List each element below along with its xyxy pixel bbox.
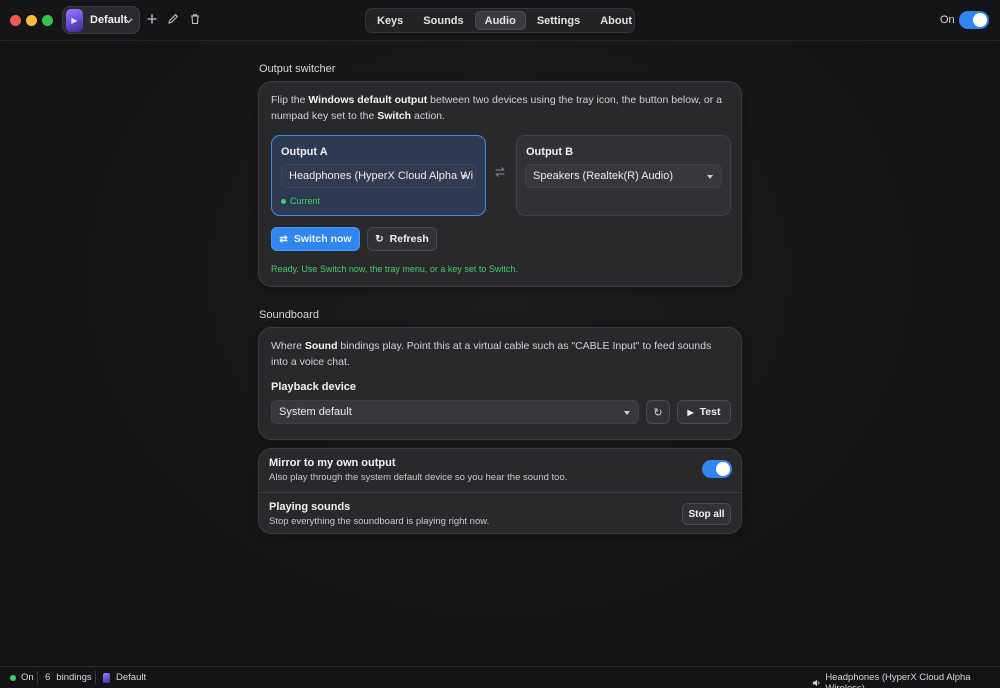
close-window-button[interactable] <box>10 15 21 26</box>
mirror-title: Mirror to my own output <box>269 457 396 469</box>
tab-about[interactable]: About <box>591 11 641 30</box>
playback-device-label: Playback device <box>271 381 357 393</box>
divider <box>37 671 38 684</box>
current-indicator: Current <box>281 196 320 206</box>
profile-logo-icon: ▶ <box>66 8 83 32</box>
playback-device-select[interactable]: System default <box>271 400 639 424</box>
trash-icon[interactable] <box>188 12 202 26</box>
soundboard-card: Where Sound bindings play. Point this at… <box>258 327 742 440</box>
output-switcher-card: Flip the Windows default output between … <box>258 81 742 287</box>
refresh-icon: ↻ <box>653 406 663 419</box>
tab-keys[interactable]: Keys <box>368 11 412 30</box>
refresh-icon: ↻ <box>375 233 384 245</box>
chevron-down-icon <box>624 411 630 415</box>
mirror-toggle[interactable] <box>702 460 732 478</box>
chevron-down-icon <box>461 175 467 179</box>
output-a-device-value: Headphones (HyperX Cloud Alpha Wi <box>289 170 474 182</box>
speaker-icon <box>812 679 820 687</box>
divider <box>95 671 96 684</box>
swap-icon <box>495 167 505 177</box>
power-label: On <box>940 14 955 26</box>
title-bar: ▶ Default Keys Sounds Audio Settings Abo… <box>0 0 1000 41</box>
maximize-window-button[interactable] <box>42 15 53 26</box>
mirror-subtitle: Also play through the system default dev… <box>269 472 568 483</box>
output-a-label: Output A <box>281 146 328 158</box>
divider <box>259 492 741 493</box>
stop-all-button[interactable]: Stop all <box>682 503 731 525</box>
output-b-device-value: Speakers (Realtek(R) Audio) <box>533 170 674 182</box>
play-icon: ▶ <box>687 407 694 417</box>
status-dot-icon <box>10 674 16 681</box>
refresh-button[interactable]: ↻ Refresh <box>367 227 437 251</box>
tab-sounds[interactable]: Sounds <box>414 11 472 30</box>
swap-icon: ⇄ <box>279 233 288 245</box>
status-dot-icon <box>281 198 286 204</box>
output-b-panel[interactable]: Output B Speakers (Realtek(R) Audio) <box>516 135 731 216</box>
toggle-knob <box>716 462 730 476</box>
profile-selector[interactable]: ▶ Default <box>62 6 140 34</box>
refresh-label: Refresh <box>389 233 429 245</box>
profile-name: Default <box>90 14 128 26</box>
soundboard-heading: Soundboard <box>259 309 319 321</box>
current-label: Current <box>290 196 321 206</box>
soundboard-options-card: Mirror to my own output Also play throug… <box>258 448 742 534</box>
soundboard-description: Where Sound bindings play. Point this at… <box>271 340 712 368</box>
playback-device-value: System default <box>279 406 352 418</box>
pencil-icon[interactable] <box>166 12 180 26</box>
output-switcher-description: Flip the Windows default output between … <box>271 94 723 122</box>
playing-sounds-subtitle: Stop everything the soundboard is playin… <box>269 516 490 527</box>
profile-logo-icon <box>103 672 110 683</box>
bindings-count: 6 bindings <box>45 672 92 683</box>
status-output-device-name: Headphones (HyperX Cloud Alpha Wireless) <box>825 672 971 688</box>
status-state-label: On <box>21 672 34 683</box>
tab-settings[interactable]: Settings <box>528 11 589 30</box>
output-b-label: Output B <box>526 146 574 158</box>
main-tabs: Keys Sounds Audio Settings About <box>365 8 635 33</box>
output-switcher-heading: Output switcher <box>259 63 336 75</box>
status-output-device: Headphones (HyperX Cloud Alpha Wireless) <box>812 672 1000 688</box>
bindings-label: bindings <box>56 672 92 683</box>
switch-now-label: Switch now <box>293 233 352 245</box>
plus-icon[interactable] <box>145 12 159 26</box>
output-a-panel[interactable]: Output A Headphones (HyperX Cloud Alpha … <box>271 135 486 216</box>
stop-all-label: Stop all <box>688 508 725 520</box>
status-state: On <box>10 672 34 683</box>
status-bar: On 6 bindings Default Headphones (HyperX… <box>0 666 1000 688</box>
test-sound-button[interactable]: ▶ Test <box>677 400 731 424</box>
output-a-device-select[interactable]: Headphones (HyperX Cloud Alpha Wi <box>281 164 476 188</box>
status-profile: Default <box>103 672 146 683</box>
status-profile-name: Default <box>116 672 147 683</box>
chevron-down-icon <box>124 18 133 24</box>
minimize-window-button[interactable] <box>26 15 37 26</box>
power-toggle[interactable] <box>959 11 989 29</box>
test-label: Test <box>699 406 721 418</box>
bindings-count-value: 6 <box>45 672 51 683</box>
tab-audio[interactable]: Audio <box>474 11 526 30</box>
switch-now-button[interactable]: ⇄ Switch now <box>271 227 360 251</box>
chevron-down-icon <box>707 175 713 179</box>
output-b-device-select[interactable]: Speakers (Realtek(R) Audio) <box>525 164 722 188</box>
toggle-knob <box>973 13 987 27</box>
refresh-devices-button[interactable]: ↻ <box>646 400 670 424</box>
playing-sounds-title: Playing sounds <box>269 501 351 513</box>
switcher-status-text: Ready. Use Switch now, the tray menu, or… <box>271 264 518 274</box>
